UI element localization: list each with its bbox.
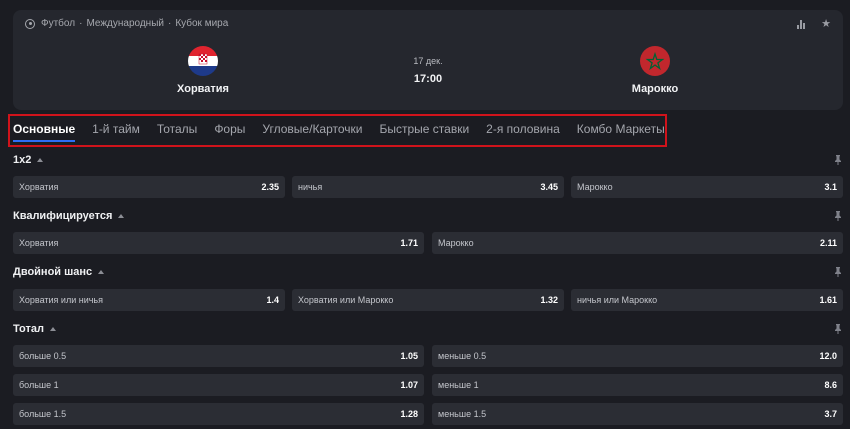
caret-up-icon[interactable]: [49, 327, 56, 331]
morocco-flag-icon: [640, 46, 670, 76]
outcome-label: Хорватия: [19, 238, 59, 248]
odd-button[interactable]: Марокко 3.1: [571, 176, 843, 198]
breadcrumb-region[interactable]: Международный: [86, 18, 164, 29]
odd-value: 8.6: [824, 380, 837, 390]
tab-handicaps[interactable]: Форы: [214, 122, 245, 142]
home-team: Хорватия: [163, 46, 243, 95]
breadcrumb: Футбол · Международный · Кубок мира: [25, 18, 228, 29]
market-title-double-chance[interactable]: Двойной шанс: [13, 266, 105, 278]
odd-button[interactable]: меньше 0.5 12.0: [432, 345, 843, 367]
outcome-label: меньше 1.5: [438, 409, 487, 419]
outcome-label: Марокко: [577, 182, 613, 192]
caret-up-icon[interactable]: [37, 158, 44, 162]
breadcrumb-league[interactable]: Кубок мира: [175, 18, 228, 29]
odd-button[interactable]: ничья 3.45: [292, 176, 564, 198]
match-header-card: Футбол · Международный · Кубок мира ★ Хо…: [13, 10, 843, 110]
outcome-label: меньше 0.5: [438, 351, 487, 361]
odd-button[interactable]: Хорватия или ничья 1.4: [13, 289, 285, 311]
odd-button[interactable]: Хорватия 2.35: [13, 176, 285, 198]
outcome-label: Хорватия: [19, 182, 59, 192]
odd-value: 2.35: [261, 182, 279, 192]
caret-up-icon[interactable]: [98, 270, 105, 274]
odd-button[interactable]: Марокко 2.11: [432, 232, 843, 254]
outcome-label: Хорватия или Марокко: [298, 295, 394, 305]
outcome-label: больше 1: [19, 380, 59, 390]
tab-quick-bets[interactable]: Быстрые ставки: [380, 122, 470, 142]
odd-button[interactable]: больше 0.5 1.05: [13, 345, 424, 367]
odd-value: 2.11: [819, 238, 837, 248]
odd-value: 1.28: [400, 409, 418, 419]
odd-button[interactable]: ничья или Марокко 1.61: [571, 289, 843, 311]
croatia-flag-icon: [188, 46, 218, 76]
away-team-name: Марокко: [631, 83, 679, 95]
outcome-label: ничья или Марокко: [577, 295, 658, 305]
odd-value: 1.07: [400, 380, 418, 390]
stats-icon[interactable]: [797, 19, 807, 29]
match-time: 17:00: [413, 73, 443, 85]
odd-button[interactable]: больше 1 1.07: [13, 374, 424, 396]
market-title-total[interactable]: Тотал: [13, 323, 56, 335]
tab-main[interactable]: Основные: [13, 122, 76, 142]
market-tabs: Основные 1-й тайм Тоталы Форы Угловые/Ка…: [13, 122, 682, 142]
tab-combo-markets[interactable]: Комбо Маркеты: [577, 122, 665, 142]
odd-button[interactable]: Хорватия или Марокко 1.32: [292, 289, 564, 311]
odd-button[interactable]: меньше 1.5 3.7: [432, 403, 843, 425]
odd-value: 1.71: [400, 238, 418, 248]
outcome-label: меньше 1: [438, 380, 479, 390]
odd-button[interactable]: больше 1.5 1.28: [13, 403, 424, 425]
soccer-ball-icon: [25, 18, 35, 29]
odd-value: 1.61: [819, 295, 837, 305]
pin-icon[interactable]: [834, 211, 842, 221]
pin-icon[interactable]: [834, 155, 842, 165]
outcome-label: ничья: [298, 182, 323, 192]
market-title-qualify[interactable]: Квалифицируется: [13, 210, 125, 222]
pin-icon[interactable]: [834, 267, 842, 277]
breadcrumb-sport[interactable]: Футбол: [41, 18, 75, 29]
odd-value: 1.32: [540, 295, 558, 305]
outcome-label: больше 0.5: [19, 351, 67, 361]
market-title-1x2[interactable]: 1x2: [13, 154, 44, 166]
away-team: Марокко: [615, 46, 695, 95]
odd-value: 1.4: [266, 295, 279, 305]
pin-icon[interactable]: [834, 324, 842, 334]
breadcrumb-separator: ·: [167, 18, 172, 29]
caret-up-icon[interactable]: [118, 214, 125, 218]
odd-value: 3.1: [824, 182, 837, 192]
tab-first-half[interactable]: 1-й тайм: [92, 122, 140, 142]
outcome-label: больше 1.5: [19, 409, 67, 419]
odd-value: 3.45: [540, 182, 558, 192]
tab-second-half[interactable]: 2-я половина: [486, 122, 560, 142]
tab-totals[interactable]: Тоталы: [157, 122, 197, 142]
match-date: 17 дек.: [413, 56, 443, 66]
breadcrumb-separator: ·: [79, 18, 83, 29]
odd-button[interactable]: меньше 1 8.6: [432, 374, 843, 396]
odd-value: 3.7: [824, 409, 837, 419]
home-team-name: Хорватия: [177, 83, 229, 95]
odd-value: 12.0: [819, 351, 837, 361]
tab-corners-cards[interactable]: Угловые/Карточки: [262, 122, 362, 142]
odd-button[interactable]: Хорватия 1.71: [13, 232, 424, 254]
outcome-label: Марокко: [438, 238, 474, 248]
odd-value: 1.05: [400, 351, 418, 361]
outcome-label: Хорватия или ничья: [19, 295, 103, 305]
star-icon[interactable]: ★: [821, 17, 831, 30]
